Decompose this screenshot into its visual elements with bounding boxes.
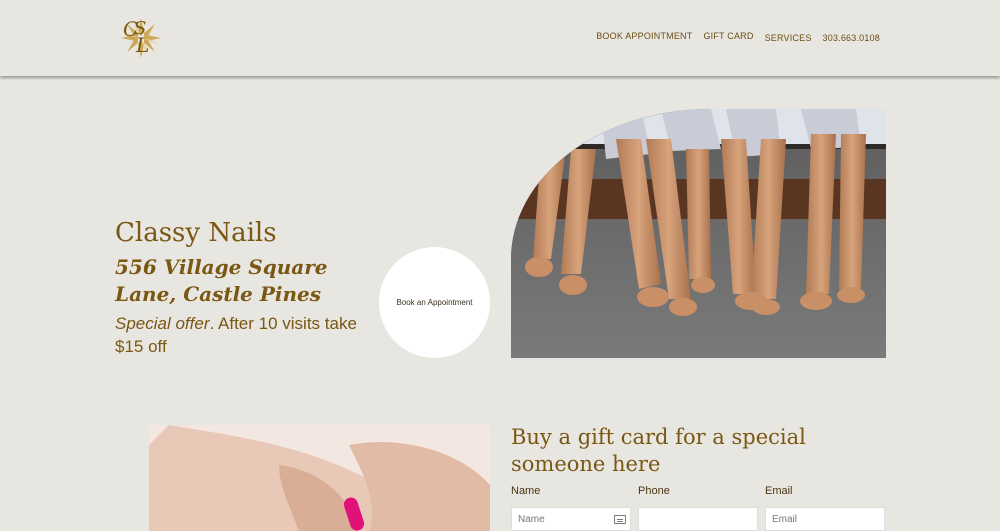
svg-text:L: L <box>135 33 149 57</box>
name-input[interactable]: Name <box>511 507 631 531</box>
book-appointment-label: Book an Appointment <box>396 298 473 307</box>
name-label: Name <box>511 485 541 497</box>
logo-icon[interactable]: C S L <box>112 10 170 66</box>
email-input[interactable]: Email <box>765 507 885 531</box>
nails-photo <box>149 425 490 531</box>
offer-label: Special offer <box>115 314 210 333</box>
email-label: Email <box>765 485 793 497</box>
nav-book-appointment[interactable]: BOOK APPOINTMENT <box>596 31 692 43</box>
name-field-group: Name Name <box>511 485 631 531</box>
nails-photo-illustration <box>149 425 490 531</box>
nav-gift-card[interactable]: GIFT CARD <box>703 31 753 43</box>
hero-text: Classy Nails 556 Village Square Lane, Ca… <box>115 216 385 358</box>
contact-card-icon <box>614 515 626 524</box>
salon-address: 556 Village Square Lane, Castle Pines <box>115 255 328 306</box>
phone-label: Phone <box>638 485 670 497</box>
email-placeholder: Email <box>772 514 798 525</box>
site-header: C S L BOOK APPOINTMENT GIFT CARD SERVICE… <box>0 0 1000 76</box>
gift-card-title: Buy a gift card for a special someone he… <box>511 425 806 476</box>
phone-field-group: Phone <box>638 485 758 531</box>
salon-name: Classy Nails <box>115 218 277 248</box>
email-field-group: Email Email <box>765 485 885 531</box>
nav-phone[interactable]: 303.663.0108 <box>823 33 880 43</box>
book-appointment-button[interactable]: Book an Appointment <box>379 247 490 358</box>
nav-services[interactable]: SERVICES <box>765 33 812 43</box>
hero-photo-illustration <box>511 109 886 358</box>
main-nav: BOOK APPOINTMENT GIFT CARD SERVICES 303.… <box>596 31 880 43</box>
phone-input[interactable] <box>638 507 758 531</box>
name-placeholder: Name <box>518 514 545 525</box>
special-offer: Special offer. After 10 visits take $15 … <box>115 312 385 358</box>
hero-legs-photo <box>511 109 886 358</box>
